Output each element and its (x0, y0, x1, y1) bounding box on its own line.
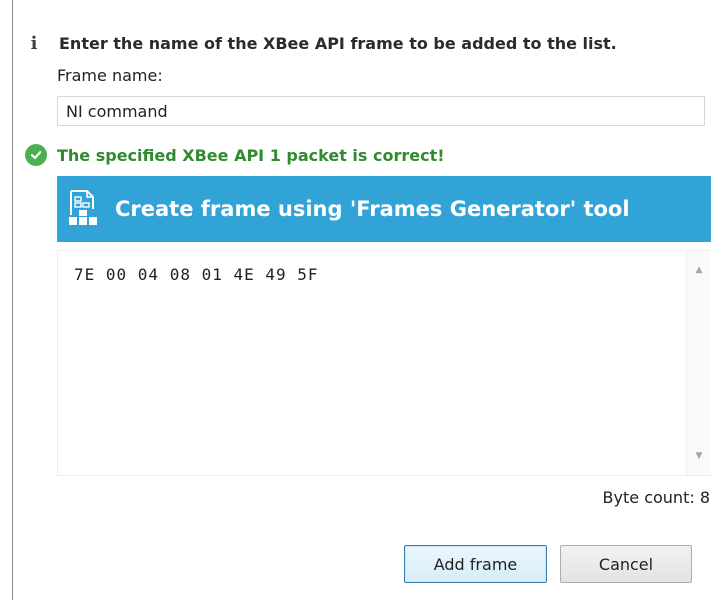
hex-frame-value[interactable]: 7E 00 04 08 01 4E 49 5F (74, 265, 319, 284)
hex-scrollbar[interactable]: ▲ ▼ (686, 251, 711, 475)
frame-name-input[interactable] (57, 96, 705, 126)
frames-generator-button[interactable]: Create frame using 'Frames Generator' to… (57, 176, 711, 242)
frames-generator-icon (69, 190, 97, 225)
byte-count: Byte count: 8 (602, 488, 710, 507)
check-circle-icon (25, 144, 47, 166)
scroll-down-arrow-icon[interactable]: ▼ (687, 445, 711, 467)
cancel-button[interactable]: Cancel (560, 545, 692, 583)
scroll-up-arrow-icon[interactable]: ▲ (687, 259, 711, 281)
add-frame-button[interactable]: Add frame (404, 545, 547, 583)
frame-name-label: Frame name: (57, 66, 163, 85)
info-message: Enter the name of the XBee API frame to … (59, 33, 617, 53)
frames-generator-label: Create frame using 'Frames Generator' to… (115, 197, 630, 221)
validation-row: The specified XBee API 1 packet is corre… (25, 143, 445, 167)
validation-message: The specified XBee API 1 packet is corre… (57, 145, 445, 165)
add-frame-dialog: i Enter the name of the XBee API frame t… (12, 0, 711, 600)
hex-frame-textarea[interactable]: 7E 00 04 08 01 4E 49 5F ▲ ▼ (57, 250, 711, 476)
info-row: i Enter the name of the XBee API frame t… (21, 30, 617, 56)
info-icon: i (30, 32, 38, 54)
